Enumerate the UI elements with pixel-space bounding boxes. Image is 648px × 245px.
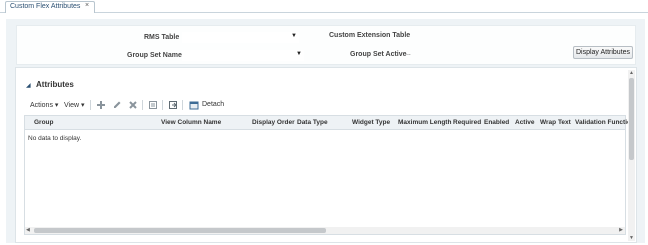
attributes-header: ◢ Attributes <box>16 68 636 98</box>
column-header-required[interactable]: Required <box>453 119 481 126</box>
attributes-toolbar: Actions ▾ View ▾ Detach <box>24 99 626 112</box>
actions-menu[interactable]: Actions ▾ <box>30 101 58 109</box>
column-header-view-column-name[interactable]: View Column Name <box>161 119 221 126</box>
custom-extension-table-label: Custom Extension Table <box>329 32 411 39</box>
freeze-icon[interactable] <box>168 100 178 110</box>
rms-table-select[interactable]: ▼ <box>182 32 299 43</box>
vertical-scrollbar[interactable]: ▲ ▼ <box>628 70 635 241</box>
toolbar-separator <box>90 100 91 110</box>
chevron-down-icon[interactable]: ▼ <box>291 33 297 39</box>
column-header-wrap-text[interactable]: Wrap Text <box>540 119 571 126</box>
toolbar-separator <box>182 100 183 110</box>
scroll-down-icon[interactable]: ▼ <box>629 235 634 241</box>
toolbar-separator <box>142 100 143 110</box>
tab-custom-flex-attributes[interactable]: Custom Flex Attributes × <box>5 1 95 13</box>
empty-table-message: No data to display. <box>28 135 82 142</box>
column-header-data-type[interactable]: Data Type <box>297 119 328 126</box>
scroll-right-icon[interactable]: ▶ <box>619 227 623 233</box>
column-header-validation-function[interactable]: Validation Functio <box>575 119 631 126</box>
toolbar-separator <box>162 100 163 110</box>
search-form-panel: RMS Table ▼ Custom Extension Table Group… <box>16 25 636 65</box>
collapse-icon[interactable]: ◢ <box>26 82 31 89</box>
group-set-name-select[interactable]: ▼ <box>182 50 304 61</box>
delete-icon[interactable] <box>128 100 138 110</box>
export-icon[interactable] <box>148 100 158 110</box>
table-header: Group View Column Name Display Order Dat… <box>25 116 631 130</box>
display-attributes-button[interactable]: Display Attributes <box>573 46 633 59</box>
rms-table-label: RMS Table <box>144 34 180 41</box>
column-header-widget-type[interactable]: Widget Type <box>352 119 390 126</box>
detach-icon[interactable] <box>189 100 199 110</box>
tab-label[interactable]: Custom Flex Attributes <box>10 3 80 10</box>
horizontal-scrollbar[interactable]: ◀ ▶ <box>25 227 625 234</box>
group-set-active-value: ... <box>405 50 411 57</box>
close-icon[interactable]: × <box>85 2 89 9</box>
horizontal-scroll-thumb[interactable] <box>34 228 326 233</box>
attributes-title: Attributes <box>36 80 74 89</box>
scroll-left-icon[interactable]: ◀ <box>26 227 30 233</box>
add-icon[interactable] <box>96 100 106 110</box>
attributes-table: Group View Column Name Display Order Dat… <box>24 115 631 235</box>
group-set-name-label: Group Set Name <box>127 52 182 59</box>
chevron-down-icon[interactable]: ▼ <box>296 51 302 57</box>
column-header-display-order[interactable]: Display Order <box>252 119 295 126</box>
tab-strip: Custom Flex Attributes × <box>0 0 648 13</box>
column-header-group[interactable]: Group <box>34 119 54 126</box>
view-menu[interactable]: View ▾ <box>64 101 85 109</box>
column-header-maximum-length[interactable]: Maximum Length <box>398 119 451 126</box>
group-set-active-label: Group Set Active <box>350 51 407 58</box>
attributes-panel: ◢ Attributes Actions ▾ View ▾ Detach Gro… <box>15 67 637 243</box>
column-header-enabled[interactable]: Enabled <box>484 119 509 126</box>
vertical-scroll-thumb[interactable] <box>629 78 634 160</box>
edit-icon[interactable] <box>112 100 122 110</box>
detach-button[interactable]: Detach <box>202 101 224 108</box>
scroll-up-icon[interactable]: ▲ <box>629 70 634 76</box>
column-header-active[interactable]: Active <box>515 119 535 126</box>
